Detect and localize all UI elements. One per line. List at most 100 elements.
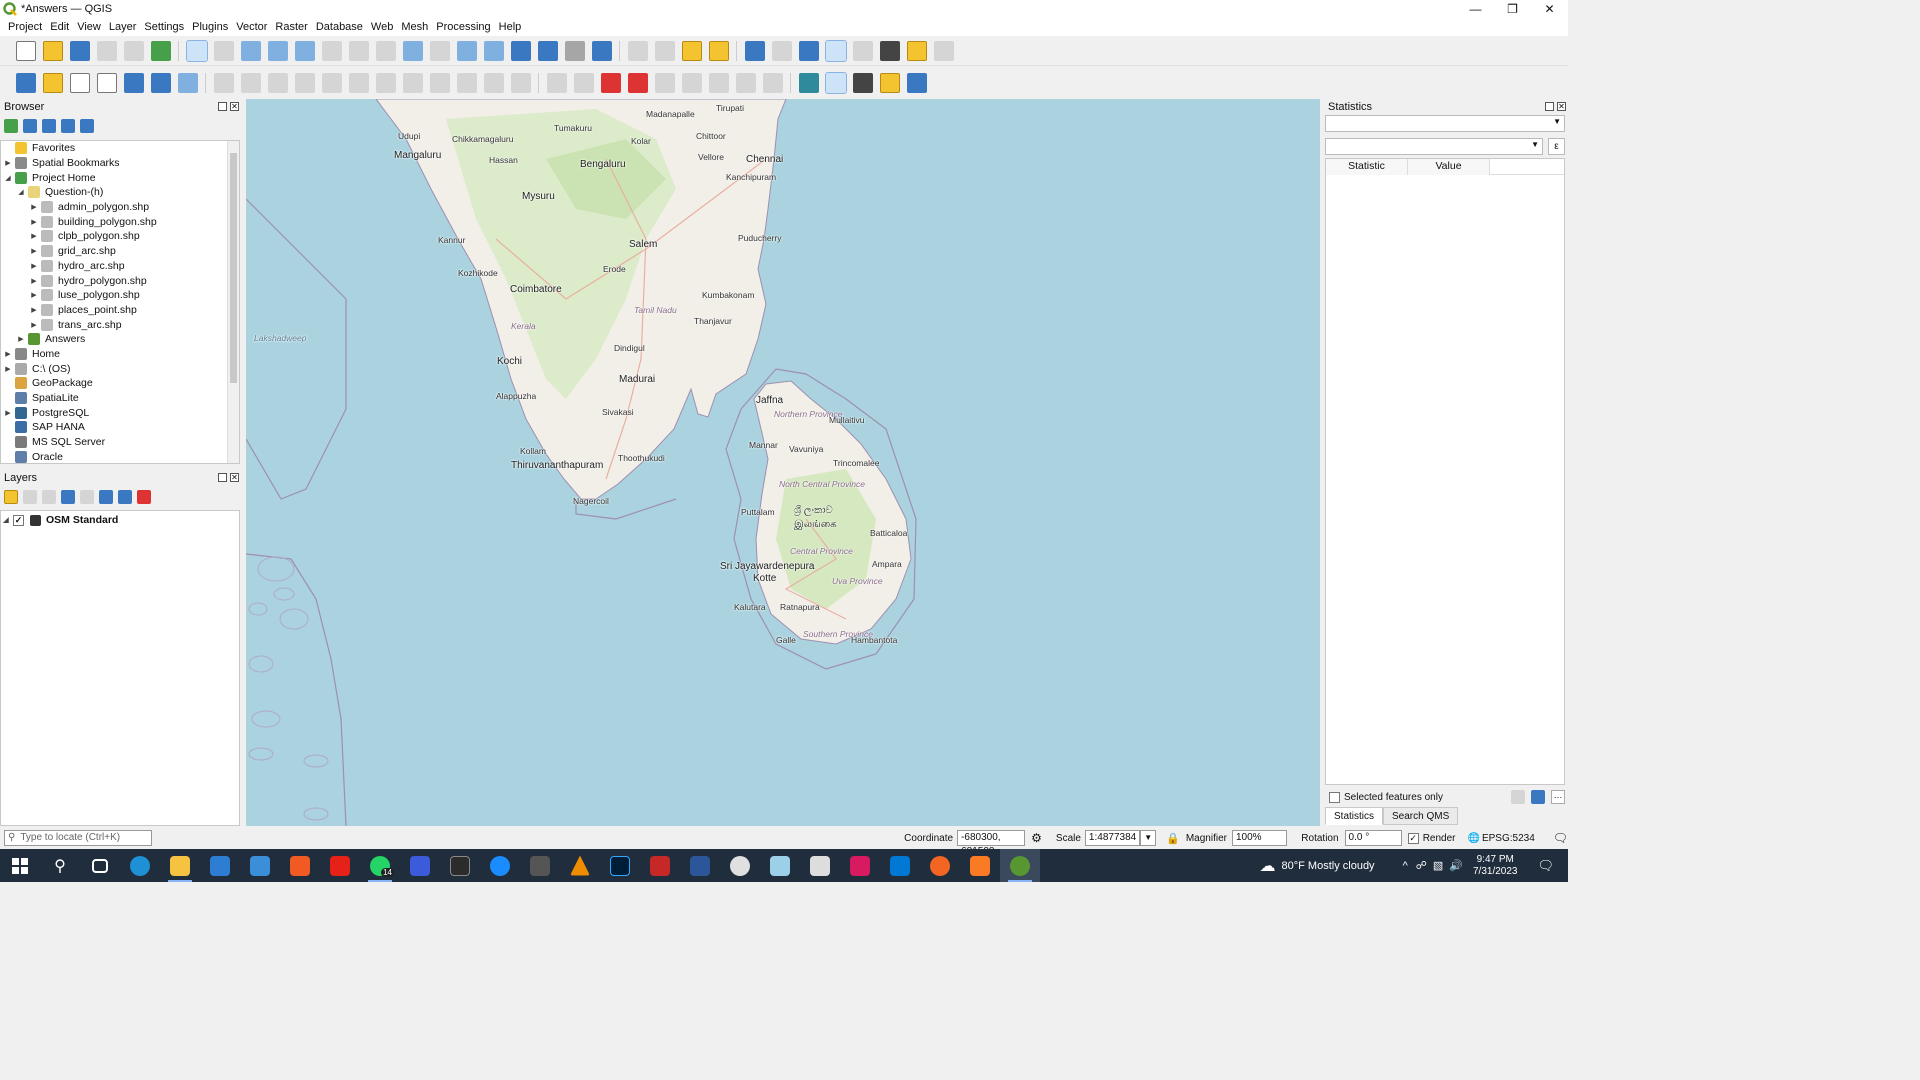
text-annotation-icon[interactable] xyxy=(933,40,954,61)
expand-arrow-icon[interactable]: ▶ xyxy=(3,350,13,358)
python-console-icon[interactable] xyxy=(879,72,900,93)
expand-arrow-icon[interactable]: ▶ xyxy=(29,203,39,211)
battery-icon[interactable]: ▧ xyxy=(1433,859,1443,872)
expand-arrow-icon[interactable]: ◢ xyxy=(3,174,13,182)
expand-arrow-icon[interactable]: ▶ xyxy=(3,409,13,417)
show-bookmarks-icon[interactable] xyxy=(537,40,558,61)
menu-web[interactable]: Web xyxy=(367,21,397,33)
identify-features-icon[interactable] xyxy=(744,40,765,61)
app-button[interactable] xyxy=(480,849,520,882)
menu-vector[interactable]: Vector xyxy=(232,21,271,33)
copy-statistics-icon[interactable] xyxy=(1511,790,1525,804)
lock-scale-icon[interactable]: 🔒 xyxy=(1166,832,1180,845)
unity-button[interactable] xyxy=(800,849,840,882)
zoom-native-icon[interactable] xyxy=(375,40,396,61)
edge-button[interactable] xyxy=(120,849,160,882)
word-button[interactable] xyxy=(680,849,720,882)
browser-item[interactable]: ▶ grid_arc.shp xyxy=(1,244,239,259)
crs-button[interactable]: EPSG:5234 xyxy=(1482,833,1535,844)
expand-arrow-icon[interactable]: ▶ xyxy=(29,232,39,240)
start-button[interactable] xyxy=(0,849,40,882)
intellij-button[interactable] xyxy=(840,849,880,882)
open-layer-styling-icon[interactable] xyxy=(4,490,18,504)
browser-item[interactable]: GeoPackage xyxy=(1,376,239,391)
vscode-button[interactable] xyxy=(880,849,920,882)
photoshop-button[interactable] xyxy=(600,849,640,882)
menu-database[interactable]: Database xyxy=(312,21,367,33)
new-geopackage-layer-icon[interactable] xyxy=(42,72,63,93)
vlc-button[interactable] xyxy=(560,849,600,882)
add-selected-layers-icon[interactable] xyxy=(4,119,18,133)
expand-arrow-icon[interactable]: ◢ xyxy=(16,188,26,196)
browser-scrollbar[interactable] xyxy=(227,141,239,463)
browser-item[interactable]: Oracle xyxy=(1,449,239,463)
temporal-controller-icon[interactable] xyxy=(564,40,585,61)
pan-map-icon[interactable] xyxy=(185,39,208,62)
undo-icon[interactable] xyxy=(483,72,504,93)
collapse-all-icon[interactable] xyxy=(61,119,75,133)
label-tool-icon[interactable] xyxy=(546,72,567,93)
add-raster-layer-icon[interactable] xyxy=(150,72,171,93)
move-label-icon[interactable] xyxy=(708,72,729,93)
expand-arrow-icon[interactable]: ▶ xyxy=(29,291,39,299)
field-select[interactable]: ▼ xyxy=(1325,138,1543,155)
expand-arrow-icon[interactable]: ▶ xyxy=(16,335,26,343)
browser-item[interactable]: ▶ places_point.shp xyxy=(1,303,239,318)
statistical-summary-icon[interactable] xyxy=(824,39,847,62)
menu-view[interactable]: View xyxy=(73,21,105,33)
browser-item[interactable]: ◢ Project Home xyxy=(1,170,239,185)
store-button[interactable] xyxy=(200,849,240,882)
pan-to-selection-icon[interactable] xyxy=(213,40,234,61)
expand-arrow-icon[interactable]: ▶ xyxy=(29,306,39,314)
modify-attributes-icon[interactable] xyxy=(348,72,369,93)
app-button[interactable] xyxy=(640,849,680,882)
zoom-to-selection-icon[interactable] xyxy=(321,40,342,61)
menu-project[interactable]: Project xyxy=(4,21,46,33)
diagram-options-icon[interactable] xyxy=(573,72,594,93)
browser-item[interactable]: ▶ clpb_polygon.shp xyxy=(1,229,239,244)
digitize-line-icon[interactable] xyxy=(294,72,315,93)
close-panel-button[interactable]: ✕ xyxy=(230,102,239,111)
select-features-icon[interactable] xyxy=(627,40,648,61)
menu-edit[interactable]: Edit xyxy=(46,21,73,33)
refresh-browser-icon[interactable] xyxy=(23,119,37,133)
expand-arrow-icon[interactable]: ▶ xyxy=(29,262,39,270)
rotate-label-icon[interactable] xyxy=(735,72,756,93)
app-button[interactable] xyxy=(720,849,760,882)
float-panel-button[interactable] xyxy=(218,102,227,111)
pin-unpin-labels-icon[interactable] xyxy=(654,72,675,93)
zoom-last-icon[interactable] xyxy=(402,40,423,61)
scale-field[interactable]: 1:4877384 xyxy=(1084,830,1141,846)
zoom-in-icon[interactable] xyxy=(240,40,261,61)
zoom-next-icon[interactable] xyxy=(429,40,450,61)
collapse-all-layers-icon[interactable] xyxy=(118,490,132,504)
app-button[interactable] xyxy=(920,849,960,882)
locator-search[interactable]: ⚲ Type to locate (Ctrl+K) xyxy=(4,830,153,846)
expand-arrow-icon[interactable]: ▶ xyxy=(29,247,39,255)
remove-layer-icon[interactable] xyxy=(137,490,151,504)
browser-item[interactable]: MS SQL Server xyxy=(1,435,239,450)
tab-search-qms[interactable]: Search QMS xyxy=(1383,807,1459,825)
manage-map-themes-icon[interactable] xyxy=(42,490,56,504)
new-3d-map-view-icon[interactable] xyxy=(483,40,504,61)
current-edits-icon[interactable] xyxy=(213,72,234,93)
browser-item[interactable]: ▶ PostgreSQL xyxy=(1,405,239,420)
qms-search-icon[interactable] xyxy=(824,71,847,94)
refresh-statistics-icon[interactable] xyxy=(1531,790,1545,804)
xampp-button[interactable] xyxy=(960,849,1000,882)
copy-features-icon[interactable] xyxy=(429,72,450,93)
browser-item[interactable]: ▶ C:\ (OS) xyxy=(1,361,239,376)
map-tips-icon[interactable] xyxy=(906,40,927,61)
toggle-extents-icon[interactable]: ⚙ xyxy=(1031,831,1042,845)
browser-item[interactable]: ▶ hydro_arc.shp xyxy=(1,259,239,274)
browser-item[interactable]: SpatiaLite xyxy=(1,391,239,406)
tab-statistics[interactable]: Statistics xyxy=(1325,807,1384,825)
browser-item[interactable]: ▶ Spatial Bookmarks xyxy=(1,156,239,171)
zoom-out-icon[interactable] xyxy=(267,40,288,61)
browser-item[interactable]: ▶ luse_polygon.shp xyxy=(1,288,239,303)
new-temporary-layer-icon[interactable] xyxy=(123,72,144,93)
menu-mesh[interactable]: Mesh xyxy=(397,21,432,33)
help-icon[interactable] xyxy=(906,72,927,93)
filter-legend-icon[interactable] xyxy=(61,490,75,504)
layer-select[interactable]: ▼ xyxy=(1325,115,1565,132)
